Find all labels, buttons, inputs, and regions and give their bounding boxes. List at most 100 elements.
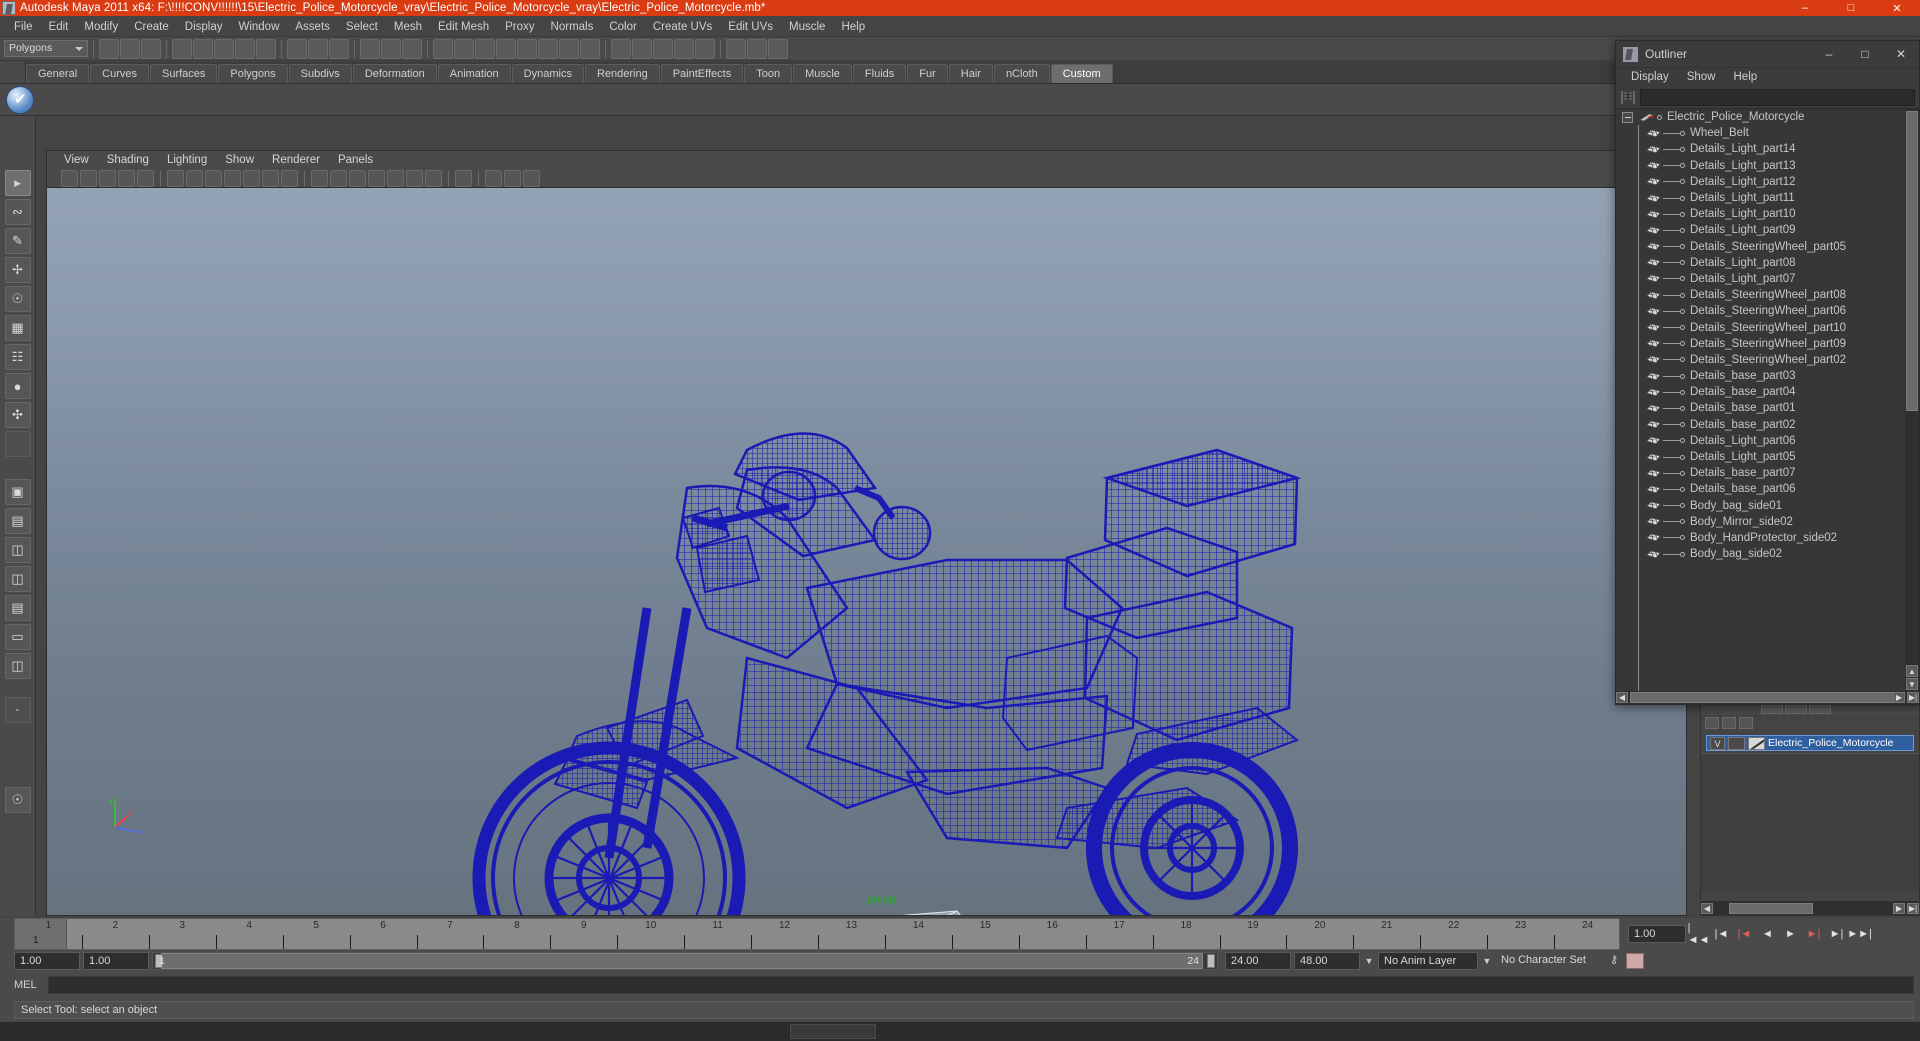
- character-set-field[interactable]: No Character Set: [1496, 952, 1602, 970]
- shelf-tab-muscle[interactable]: Muscle: [793, 64, 852, 83]
- outliner-item[interactable]: Body_bag_side01: [1616, 498, 1905, 514]
- menu-item-help[interactable]: Help: [833, 18, 873, 37]
- grid-toggle-icon[interactable]: [167, 169, 184, 187]
- rotate-tool[interactable]: ☉: [4, 286, 31, 312]
- snap-live-icon[interactable]: [517, 38, 537, 59]
- play-backwards-button[interactable]: ◄: [1757, 924, 1778, 944]
- lasso-tool[interactable]: ∾: [4, 199, 31, 225]
- outliner-menu-show[interactable]: Show: [1678, 68, 1725, 87]
- shelf-tab-toon[interactable]: Toon: [744, 64, 793, 83]
- new-layer-icon[interactable]: [1705, 717, 1719, 729]
- go-to-start-button[interactable]: |◄◄: [1688, 922, 1710, 946]
- universal-manipulator-tool[interactable]: ☷: [4, 344, 31, 370]
- outliner-item[interactable]: Body_Mirror_side02: [1616, 514, 1905, 530]
- wireframe-shading-icon[interactable]: [311, 169, 328, 187]
- select-by-object-icon[interactable]: [120, 38, 140, 59]
- step-forward-frame-button[interactable]: ►|: [1803, 924, 1824, 944]
- smooth-shade-selected-icon[interactable]: [349, 169, 366, 187]
- playback-end-field[interactable]: 24.00: [1225, 952, 1291, 970]
- xray-joints-icon[interactable]: [262, 169, 279, 187]
- anim-start-field[interactable]: 1.00: [14, 952, 80, 970]
- menu-item-assets[interactable]: Assets: [287, 18, 338, 37]
- layer-playback-toggle[interactable]: [1728, 736, 1745, 750]
- textured-shading-icon[interactable]: [368, 169, 385, 187]
- outliner-item[interactable]: Details_Light_part06: [1616, 433, 1905, 449]
- resolution-gate-icon[interactable]: [205, 169, 222, 187]
- outliner-horizontal-scrollbar[interactable]: ◀ ▶ ▶|: [1616, 691, 1919, 704]
- menu-item-color[interactable]: Color: [601, 18, 644, 37]
- last-tool-used[interactable]: [4, 431, 31, 457]
- outliner-item[interactable]: Details_Light_part08: [1616, 255, 1905, 271]
- select-by-hierarchy-icon[interactable]: [99, 38, 119, 59]
- scroll-right-arrow[interactable]: ▶: [1893, 902, 1905, 914]
- menu-item-window[interactable]: Window: [230, 18, 287, 37]
- camera-attributes-icon[interactable]: [80, 169, 97, 187]
- viewport-menu-renderer[interactable]: Renderer: [263, 151, 329, 169]
- outliner-item[interactable]: Wheel_Belt: [1616, 125, 1905, 141]
- outliner-item[interactable]: Details_SteeringWheel_part09: [1616, 336, 1905, 352]
- new-scene-icon[interactable]: [287, 38, 307, 59]
- outliner-item[interactable]: Details_base_part02: [1616, 417, 1905, 433]
- xray-icon[interactable]: [243, 169, 260, 187]
- persp-graph-layout-button[interactable]: ◫: [4, 566, 31, 592]
- component-hull-icon[interactable]: [256, 38, 276, 59]
- shelf-tab-ncloth[interactable]: nCloth: [993, 64, 1050, 83]
- layout-more-button[interactable]: -: [4, 697, 31, 723]
- two-pane-layout-button[interactable]: ◫: [4, 653, 31, 679]
- outliner-item[interactable]: Details_SteeringWheel_part02: [1616, 352, 1905, 368]
- outliner-item[interactable]: Details_base_part03: [1616, 368, 1905, 384]
- menu-item-edit-mesh[interactable]: Edit Mesh: [430, 18, 497, 37]
- persp-layout-button[interactable]: ▭: [4, 624, 31, 650]
- outliner-item[interactable]: Details_Light_part14: [1616, 141, 1905, 157]
- viewport-menu-view[interactable]: View: [55, 151, 98, 169]
- perspective-viewport[interactable]: y x z persp: [47, 188, 1686, 915]
- outliner-item[interactable]: Details_Light_part05: [1616, 449, 1905, 465]
- play-forwards-button[interactable]: ►: [1780, 924, 1801, 944]
- scroll-up-arrow[interactable]: ▲: [1906, 665, 1918, 677]
- scroll-down-arrow[interactable]: ▼: [1906, 678, 1918, 690]
- channel-box-icon[interactable]: [747, 38, 767, 59]
- animation-preferences-icon[interactable]: [1626, 953, 1644, 969]
- image-plane-icon[interactable]: [118, 169, 135, 187]
- step-back-key-button[interactable]: |◄: [1711, 924, 1732, 944]
- chevron-down-icon[interactable]: ▼: [1481, 952, 1493, 970]
- viewport-menu-shading[interactable]: Shading: [98, 151, 158, 169]
- use-default-light-icon[interactable]: [406, 169, 423, 187]
- shelf-tab-curves[interactable]: Curves: [90, 64, 149, 83]
- exposure-control-icon[interactable]: [523, 169, 540, 187]
- snap-curve-icon[interactable]: [454, 38, 474, 59]
- component-line-icon[interactable]: [193, 38, 213, 59]
- new-layer-from-selected-icon[interactable]: [1722, 717, 1736, 729]
- smooth-shade-all-icon[interactable]: [330, 169, 347, 187]
- outliner-item[interactable]: Details_Light_part13: [1616, 158, 1905, 174]
- undo-icon[interactable]: [360, 38, 380, 59]
- taskbar-item[interactable]: [790, 1024, 876, 1039]
- vp-grip[interactable]: [53, 170, 59, 187]
- snap-grid-icon[interactable]: [433, 38, 453, 59]
- shelf-tab-dynamics[interactable]: Dynamics: [511, 64, 584, 83]
- shelf-checkmark-icon[interactable]: [6, 85, 34, 114]
- select-tool-icon[interactable]: [402, 38, 422, 59]
- bookmarks-icon[interactable]: [99, 169, 116, 187]
- layer-options-icon[interactable]: [1739, 717, 1753, 729]
- shelf-tab-surfaces[interactable]: Surfaces: [149, 64, 218, 83]
- outliner-item[interactable]: Details_Light_part09: [1616, 222, 1905, 238]
- show-manipulator-tool[interactable]: ✣: [4, 402, 31, 428]
- soft-modification-tool[interactable]: ●: [4, 373, 31, 399]
- outliner-item[interactable]: Details_base_part04: [1616, 384, 1905, 400]
- outliner-tree[interactable]: Electric_Police_Motorcycle Wheel_Belt Deta…: [1616, 108, 1919, 691]
- range-slider-track[interactable]: 1 24: [152, 952, 1218, 970]
- hypershade-icon[interactable]: [632, 38, 652, 59]
- ipr-render-icon[interactable]: [580, 38, 600, 59]
- outliner-item[interactable]: Details_base_part07: [1616, 465, 1905, 481]
- command-language-label[interactable]: MEL: [14, 979, 40, 991]
- attribute-editor-icon[interactable]: [695, 38, 715, 59]
- component-face-icon[interactable]: [214, 38, 234, 59]
- layer-list-body[interactable]: [1701, 753, 1919, 891]
- persp-outliner-layout-button[interactable]: ◫: [4, 537, 31, 563]
- scroll-right-arrow[interactable]: ▶: [1893, 692, 1905, 703]
- outliner-search-input[interactable]: [1640, 89, 1915, 106]
- step-forward-key-button[interactable]: ►|: [1826, 924, 1847, 944]
- open-scene-icon[interactable]: [308, 38, 328, 59]
- anim-layer-field[interactable]: No Anim Layer: [1378, 952, 1478, 970]
